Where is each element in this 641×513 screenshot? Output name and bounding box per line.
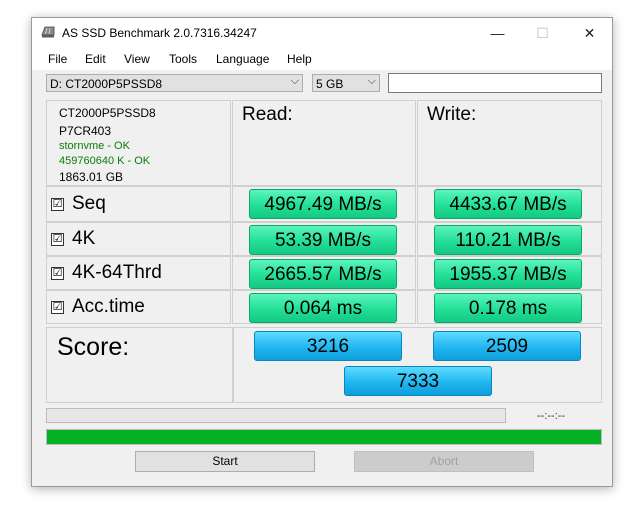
acc-time-write-result: 0.178 ms	[434, 293, 582, 323]
4k-write-result: 110.21 MB/s	[434, 225, 582, 255]
row-label-seq[interactable]: ☑ Seq	[46, 186, 231, 222]
score-panel: 3216 2509 7333	[233, 327, 602, 403]
write-score: 2509	[433, 331, 581, 361]
minimize-button[interactable]: —	[475, 18, 520, 48]
size-select[interactable]: 5 GB ⌵	[312, 74, 380, 92]
seq-read-cell: 4967.49 MB/s	[232, 186, 416, 222]
checkbox-4k[interactable]: ☑	[51, 233, 64, 246]
row-label-4k-64thrd[interactable]: ☑ 4K-64Thrd	[46, 256, 231, 290]
4k-read-cell: 53.39 MB/s	[232, 222, 416, 256]
row-label-text: 4K-64Thrd	[72, 262, 162, 283]
text-field[interactable]	[388, 73, 602, 93]
4k-64thrd-read-result: 2665.57 MB/s	[249, 259, 397, 289]
read-score: 3216	[254, 331, 402, 361]
acc-time-read-cell: 0.064 ms	[232, 290, 416, 324]
menu-view[interactable]: View	[124, 52, 150, 66]
size-select-value: 5 GB	[316, 77, 344, 91]
write-header: Write:	[427, 104, 477, 125]
row-label-text: Seq	[72, 193, 106, 214]
drive-info-panel: CT2000P5PSSD8 P7CR403 stornvme - OK 4597…	[46, 100, 231, 186]
4k-64thrd-read-cell: 2665.57 MB/s	[232, 256, 416, 290]
checkbox-4k-64thrd[interactable]: ☑	[51, 267, 64, 280]
elapsed-timer: --:--:--	[537, 410, 566, 422]
window-title: AS SSD Benchmark 2.0.7316.34247	[62, 26, 257, 40]
drive-capacity: 1863.01 GB	[59, 170, 124, 184]
drive-icon	[41, 26, 55, 38]
total-progress-fill	[47, 430, 601, 444]
4k-64thrd-write-cell: 1955.37 MB/s	[417, 256, 602, 290]
menu-file[interactable]: File	[48, 52, 67, 66]
test-progress-bar	[46, 408, 506, 423]
menu-language[interactable]: Language	[216, 52, 269, 66]
write-header-panel: Write:	[417, 100, 602, 186]
score-label: Score:	[57, 333, 130, 361]
title-bar[interactable]: AS SSD Benchmark 2.0.7316.34247 — ☐ ✕	[32, 18, 612, 48]
4k-write-cell: 110.21 MB/s	[417, 222, 602, 256]
driver-status: stornvme - OK	[59, 140, 130, 152]
row-label-4k[interactable]: ☑ 4K	[46, 222, 231, 256]
4k-read-result: 53.39 MB/s	[249, 225, 397, 255]
seq-write-result: 4433.67 MB/s	[434, 189, 582, 219]
menu-help[interactable]: Help	[287, 52, 312, 66]
drive-firmware: P7CR403	[59, 124, 112, 138]
acc-time-read-result: 0.064 ms	[249, 293, 397, 323]
read-header: Read:	[242, 104, 293, 125]
row-label-acc-time[interactable]: ☑ Acc.time	[46, 290, 231, 324]
close-button[interactable]: ✕	[567, 18, 612, 48]
app-window: AS SSD Benchmark 2.0.7316.34247 — ☐ ✕ Fi…	[31, 17, 613, 487]
alignment-status: 459760640 K - OK	[59, 155, 151, 167]
seq-write-cell: 4433.67 MB/s	[417, 186, 602, 222]
checkbox-acc-time[interactable]: ☑	[51, 301, 64, 314]
total-progress-bar	[46, 429, 602, 445]
chevron-down-icon: ⌵	[290, 75, 299, 87]
abort-button[interactable]: Abort	[354, 451, 534, 472]
checkbox-seq[interactable]: ☑	[51, 198, 64, 211]
drive-select-value: D: CT2000P5PSSD8	[50, 77, 163, 91]
total-score: 7333	[344, 366, 492, 396]
menu-tools[interactable]: Tools	[169, 52, 197, 66]
4k-64thrd-write-result: 1955.37 MB/s	[434, 259, 582, 289]
drive-model: CT2000P5PSSD8	[59, 106, 156, 120]
menu-bar: File Edit View Tools Language Help	[32, 48, 612, 70]
read-header-panel: Read:	[232, 100, 416, 186]
maximize-button[interactable]: ☐	[520, 18, 565, 48]
row-label-text: Acc.time	[72, 296, 145, 317]
start-button[interactable]: Start	[135, 451, 315, 472]
chevron-down-icon: ⌵	[367, 75, 376, 87]
row-label-text: 4K	[72, 228, 96, 249]
score-label-panel: Score:	[46, 327, 233, 403]
drive-select[interactable]: D: CT2000P5PSSD8 ⌵	[46, 74, 303, 92]
acc-time-write-cell: 0.178 ms	[417, 290, 602, 324]
menu-edit[interactable]: Edit	[85, 52, 106, 66]
seq-read-result: 4967.49 MB/s	[249, 189, 397, 219]
